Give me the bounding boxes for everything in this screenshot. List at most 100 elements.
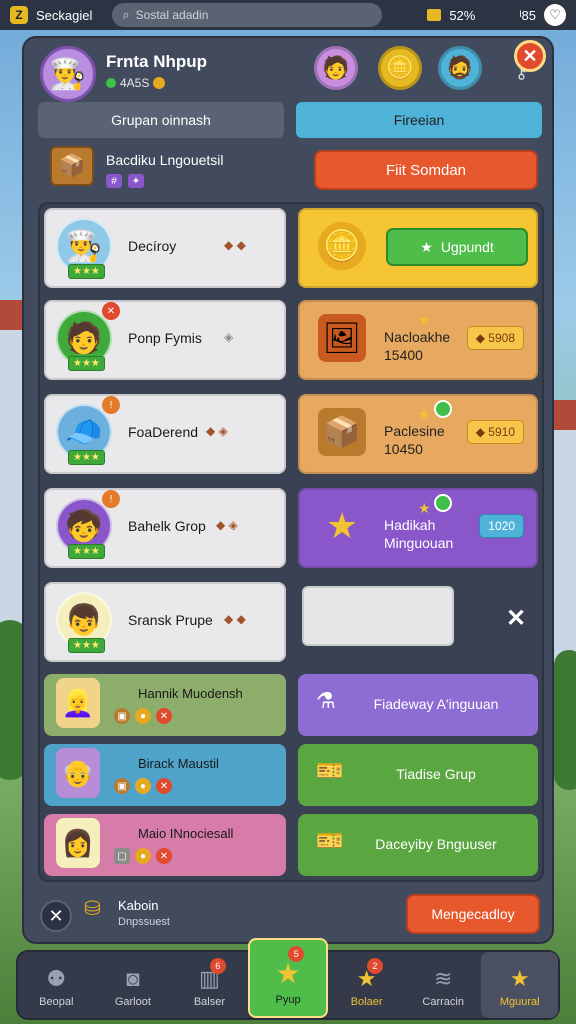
notification-badge: ✕ [102, 302, 120, 320]
member-row[interactable]: 🧑 ✕ ★★★ Ponp Fymis ◈ [44, 300, 286, 380]
tag-icon: # [106, 174, 122, 188]
app-name: Seckagiel [36, 7, 93, 23]
lower-action-button[interactable]: ⚗ Fiadeway A'inguuan [298, 674, 538, 736]
member-name: Bahelk Grop [128, 518, 206, 534]
nav-item-stats[interactable]: 6 ▥ Balser [171, 952, 248, 1018]
member-name: Maio INnociesall [138, 826, 234, 841]
member-name: Decíroy [128, 238, 177, 254]
bg-tree [554, 650, 576, 790]
people-icon: ⚉ [46, 966, 67, 991]
tab-friends[interactable]: Fireeian [296, 102, 542, 138]
star-icon: ★ [325, 505, 359, 546]
search-placeholder: Sostal adadin [135, 8, 209, 22]
new-indicator-icon [434, 400, 452, 418]
footer-sub: Dnpssuest [118, 916, 170, 928]
member-row[interactable]: 🧢 ! ★★★ FoaDerend ◆ ◈ [44, 394, 286, 474]
coin-icon: ● [135, 778, 151, 794]
profile-sub: 4A5S [106, 76, 166, 90]
rating-stars: ★★★ [68, 450, 105, 465]
close-icon[interactable]: ✕ [506, 604, 526, 633]
battery-level: 52% [449, 7, 476, 23]
battery-icon [427, 9, 442, 21]
member-row[interactable]: 👦 ★★★ Sransk Prupe ◆ ◆ [44, 582, 286, 662]
rating-stars: ★★★ [68, 264, 105, 279]
chest-icon: 📦 [50, 146, 94, 186]
member-row[interactable]: 👨‍🍳 ★★★ Decíroy ◆ ◆ [44, 208, 286, 288]
reward-title: Nacloakhe 15400 [384, 329, 451, 364]
chest-icon: 📦 [318, 408, 366, 456]
friend-avatar[interactable]: 🧔 [438, 46, 482, 90]
clock: ᴵ85 [519, 7, 536, 23]
group-title: Bacdiku Lngouetsil [106, 152, 224, 168]
member-name: Birack Maustil [138, 756, 219, 771]
member-row[interactable]: 🧒 ! ★★★ Bahelk Grop ◆ ◈ [44, 488, 286, 568]
notification-badge: ! [102, 490, 120, 508]
coins-icon: ⛁ [84, 898, 101, 920]
nav-item-social[interactable]: ⚉ Beopal [18, 952, 95, 1018]
nav-item-camera[interactable]: ◙ Garloot [95, 952, 172, 1018]
heart-icon[interactable]: ♡ [544, 4, 566, 26]
resource-icons: ◆ ◆ [224, 238, 246, 252]
member-avatar: 👩 [56, 818, 100, 868]
member-name: Hannik Muodensh [138, 686, 243, 701]
status-bar: Z Seckagiel ⌕ Sostal adadin 52% ᴵ85 ♡ [0, 0, 576, 30]
app-logo-icon: Z [10, 6, 28, 24]
reward-card: 🪙 ★ Ugpundt [298, 208, 538, 288]
nav-badge: 2 [366, 958, 383, 974]
member-list: 👨‍🍳 ★★★ Decíroy ◆ ◆ 🪙 ★ Ugpundt 🧑 ✕ ★★★ … [38, 202, 544, 882]
nav-item-menu[interactable]: ★ Mguural [481, 952, 559, 1018]
status-right: 52% ᴵ85 ♡ [427, 4, 566, 26]
price-tag[interactable]: ◆ 5910 [466, 420, 524, 444]
member-row[interactable]: 👩 Maio INnociesall ▢ ● ✕ [44, 814, 286, 876]
star-icon: ★ [420, 238, 433, 255]
chest-icon: ▣ [114, 708, 130, 724]
nav-item-rewards[interactable]: 2 ★ Bolaer [328, 952, 405, 1018]
reward-card[interactable]: ★ ★ Hadikah Minguouan 1020 [298, 488, 538, 568]
coin-icon [153, 77, 166, 89]
member-name: FoaDerend [128, 424, 199, 440]
resource-chips: ▣ ● ✕ [114, 708, 172, 724]
resource-icons: ◆ ◈ [206, 424, 228, 438]
star-icon: ★ [418, 500, 431, 516]
price-tag[interactable]: 1020 [479, 514, 524, 538]
coin-badge-icon[interactable]: 🪙 [378, 46, 422, 90]
price-tag[interactable]: ◆ 5908 [466, 326, 524, 350]
box-icon: ▢ [114, 848, 130, 864]
group-action-button[interactable]: Fiit Somdan [314, 150, 538, 190]
rating-stars: ★★★ [68, 544, 105, 559]
member-name: Ponp Fymis [128, 330, 202, 346]
close-button[interactable]: ✕ [514, 40, 546, 72]
close-button[interactable]: ✕ [40, 900, 72, 932]
lower-action-button[interactable]: 🎫 Daceyiby Bnguuser [298, 814, 538, 876]
resource-icons: ◆ ◈ [216, 518, 238, 532]
reward-card[interactable]: 📦 ★ Paclesine 10450 ◆ 5910 [298, 394, 538, 474]
manage-button[interactable]: Mengecadloy [406, 894, 540, 934]
reward-card[interactable]: 🖼 ★ Nacloakhe 15400 ◆ 5908 [298, 300, 538, 380]
tab-group[interactable]: Grupan oinnash [38, 102, 284, 138]
wifi-icon: ≋ [433, 966, 453, 991]
search-input[interactable]: ⌕ Sostal adadin [112, 3, 383, 27]
gold-coin-icon: 🪙 [318, 222, 366, 270]
close-icon: ✕ [156, 848, 172, 864]
profile-avatar[interactable]: 👨‍🍳 [40, 46, 96, 102]
empty-slot[interactable] [302, 586, 454, 646]
camera-icon: ◙ [126, 966, 140, 991]
nav-item-signal[interactable]: ≋ Carracin [405, 952, 482, 1018]
upgrade-button[interactable]: ★ Ugpundt [386, 228, 528, 266]
member-avatar: 👴 [56, 748, 100, 798]
group-tags: # ✦ [106, 174, 144, 188]
nav-item-group[interactable]: 5 ★ Pyup [247, 938, 329, 1018]
footer-title: Kaboin [118, 898, 159, 913]
member-row[interactable]: 👱‍♀️ Hannik Muodensh ▣ ● ✕ [44, 674, 286, 736]
friend-avatar[interactable]: 🧑 [314, 46, 358, 90]
member-row[interactable]: 👴 Birack Maustil ▣ ● ✕ [44, 744, 286, 806]
lower-action-button[interactable]: 🎫 Tiadise Grup [298, 744, 538, 806]
resource-chips: ▢ ● ✕ [114, 848, 172, 864]
nav-badge: 5 [288, 946, 305, 962]
scroll-icon: 🖼 [318, 314, 366, 362]
resource-icons: ◆ ◆ [224, 612, 246, 626]
tag-icon: ✦ [128, 174, 144, 188]
close-icon: ✕ [156, 778, 172, 794]
reward-title: Hadikah Minguouan [384, 517, 454, 552]
group-panel: 👨‍🍳 Frnta Nhpup 4A5S 🧑 🪙 🧔 ⚷ ✕ Grupan oi… [22, 36, 554, 944]
